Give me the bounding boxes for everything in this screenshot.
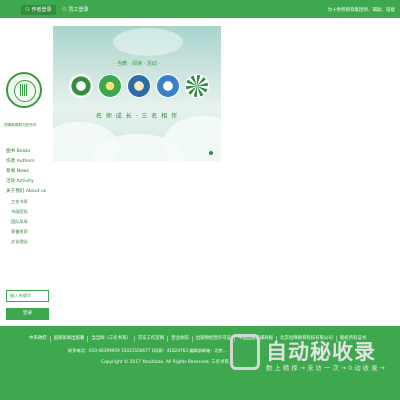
cloud-decoration — [163, 116, 221, 162]
user-icon: ⚇ — [62, 7, 67, 13]
footer-link[interactable]: 京东工作室网 — [133, 336, 167, 342]
search-input[interactable]: 输入关键字 — [6, 290, 49, 302]
carousel-dot[interactable] — [209, 151, 213, 155]
watermark-tagline: 数 上 精 择 → 未 访 一 次 → 0 动 收 录 → — [266, 364, 385, 372]
watermark-title: 自动秘收录 — [266, 340, 376, 364]
footer-link[interactable]: 营业执照 — [167, 336, 192, 342]
cloud-decoration — [113, 28, 183, 56]
top-bar: ⚇ 作者登录 ⚇ 员工登录 为十余所教育集团师、辅助、陪督 — [0, 0, 400, 18]
logo-mark-icon — [20, 84, 28, 96]
watermark: 自动秘收录 数 上 精 择 → 未 访 一 次 → 0 动 收 录 → — [230, 330, 390, 374]
banner-slogan-bottom: 名 师 成 长 · 三 名 相 伴 — [95, 113, 179, 120]
nav-item-news[interactable]: 新闻 News — [6, 167, 50, 177]
login-button[interactable]: 登录 — [6, 308, 49, 320]
nav-item-authors[interactable]: 作者 Authors — [6, 157, 50, 167]
emblem-icon — [69, 74, 93, 98]
emblem-icon — [156, 74, 180, 98]
sidebar: 恒降新闻期刊发布市 图书 Books 作者 Authors 新闻 News 活动… — [0, 18, 53, 320]
footer-link[interactable]: 当当网（三名书系） — [87, 336, 134, 342]
nav-item-about[interactable]: 关于我们 About us — [6, 187, 50, 197]
footer-link[interactable]: 国家新闻出版署 — [49, 336, 88, 342]
hero-banner[interactable]: · 当教 · 阅读 · 活动 · 名 师 成 长 · 三 名 相 伴 — [53, 26, 221, 162]
footer-link[interactable]: 出版物经营许可证 — [191, 336, 234, 342]
nav-item-books[interactable]: 图书 Books — [6, 147, 50, 157]
org-name: 恒降新闻期刊发布市 — [4, 123, 37, 127]
emblem-icon — [98, 74, 122, 98]
subnav-item[interactable]: 书画团队 — [6, 207, 50, 217]
emblem-icon — [185, 74, 209, 98]
emblem-row — [69, 74, 209, 104]
subnav-item[interactable]: 三名书系 — [6, 197, 50, 207]
banner-slogan-top: · 当教 · 阅读 · 活动 · — [114, 61, 160, 67]
staff-login-button[interactable]: ⚇ 员工登录 — [58, 5, 93, 15]
subnav-item[interactable]: 荣誉资质 — [6, 227, 50, 237]
footer-contact: 联系电话：010-56399959 15021556677 QQ群：418247… — [68, 348, 227, 353]
author-login-label: 作者登录 — [31, 7, 52, 13]
author-login-button[interactable]: ⚇ 作者登录 — [21, 5, 56, 15]
side-nav: 图书 Books 作者 Authors 新闻 News 活动 Activity … — [6, 147, 50, 247]
footer-copyright: Copyright © 2017 Yaruhizao. All Rights R… — [101, 360, 235, 365]
nav-item-activity[interactable]: 活动 Activity — [6, 177, 50, 187]
user-icon: ⚇ — [25, 7, 30, 13]
footer-link[interactable]: 中央政府 — [26, 336, 50, 342]
logo[interactable] — [6, 72, 42, 108]
subnav-item[interactable]: 团队风采 — [6, 217, 50, 227]
subnav-item[interactable]: 文化理念 — [6, 237, 50, 247]
staff-login-label: 员工登录 — [68, 7, 89, 13]
header-slogan: 为十余所教育集团师、辅助、陪督 — [327, 8, 396, 13]
watermark-logo-icon — [230, 334, 260, 370]
emblem-icon — [127, 74, 151, 98]
